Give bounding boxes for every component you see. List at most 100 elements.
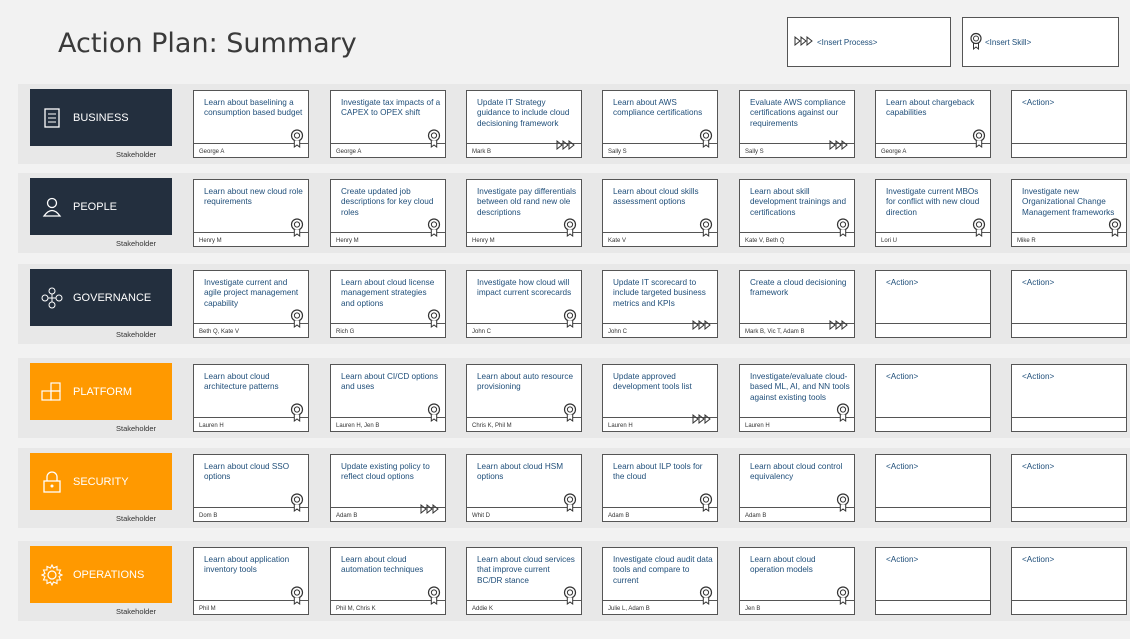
process-icon [420, 501, 441, 519]
action-card[interactable]: Learn about auto resource provisioning Ch… [466, 364, 582, 432]
process-icon [692, 411, 713, 429]
action-card[interactable]: Investigate/evaluate cloud-based ML, AI,… [739, 364, 855, 432]
action-card[interactable]: Learn about cloud services that improve … [466, 547, 582, 615]
card-footer [1012, 507, 1126, 521]
action-owner: Mark B, Vic T, Adam B [745, 329, 805, 335]
skill-badge-icon [699, 493, 713, 517]
action-card[interactable]: Evaluate AWS compliance certifications a… [739, 90, 855, 158]
card-footer [1012, 323, 1126, 337]
action-text: Update IT scorecard to include targeted … [613, 278, 706, 308]
action-text: Learn about cloud SSO options [204, 462, 290, 482]
action-card[interactable]: Learn about cloud SSO options Dom B [193, 454, 309, 522]
action-text: Learn about cloud architecture patterns [204, 372, 279, 392]
action-card[interactable]: <Action> [1011, 547, 1127, 615]
category-people[interactable]: PEOPLE [30, 178, 172, 235]
action-owner: Jen B [745, 606, 761, 612]
category-operations[interactable]: OPERATIONS [30, 546, 172, 603]
action-card[interactable]: <Action> [875, 454, 991, 522]
action-owner: Phil M, Chris K [336, 606, 376, 612]
action-card[interactable]: Investigate current and agile project ma… [193, 270, 309, 338]
action-text: Investigate new Organizational Change Ma… [1022, 187, 1115, 217]
card-footer [876, 323, 990, 337]
category-business[interactable]: BUSINESS [30, 89, 172, 146]
action-card[interactable]: Learn about CI/CD options and uses Lauren… [330, 364, 446, 432]
action-owner: Mark B [472, 149, 492, 155]
stakeholder-label: Stakeholder [116, 607, 157, 616]
stakeholder-label: Stakeholder [116, 514, 157, 523]
card-footer [1012, 600, 1126, 614]
category-platform[interactable]: PLATFORM [30, 363, 172, 420]
action-card[interactable]: Create updated job descriptions for key … [330, 179, 446, 247]
action-card[interactable]: Update existing policy to reflect cloud … [330, 454, 446, 522]
action-owner: Kate V [608, 238, 627, 244]
action-owner: Addie K [472, 606, 494, 612]
action-card[interactable]: Investigate new Organizational Change Ma… [1011, 179, 1127, 247]
skill-badge-icon [427, 586, 441, 610]
action-card[interactable]: Update IT Strategy guidance to include c… [466, 90, 582, 158]
action-card[interactable]: <Action> [1011, 270, 1127, 338]
action-text: <Action> [886, 462, 919, 471]
action-text: Learn about CI/CD options and uses [341, 372, 438, 392]
action-card[interactable]: Update approved development tools list La… [602, 364, 718, 432]
action-card[interactable]: Learn about cloud HSM options Whit D [466, 454, 582, 522]
action-text: Learn about cloud license management str… [341, 278, 435, 308]
action-card[interactable]: <Action> [875, 364, 991, 432]
skill-badge-icon [563, 309, 577, 333]
action-text: Investigate pay differentials between ol… [477, 187, 577, 217]
action-card[interactable]: Learn about cloud control equivalency Ada… [739, 454, 855, 522]
card-footer [1012, 417, 1126, 431]
action-card[interactable]: Investigate current MBOs for conflict wi… [875, 179, 991, 247]
skill-badge-icon [427, 218, 441, 242]
skill-legend-label: <Insert Skill> [985, 37, 1032, 47]
action-card[interactable]: Create a cloud decisioning framework Mark… [739, 270, 855, 338]
action-card[interactable]: Learn about cloud automation techniques P… [330, 547, 446, 615]
action-owner: Sally S [608, 149, 627, 155]
skill-badge-icon [836, 218, 850, 242]
skill-badge-icon [563, 218, 577, 242]
action-card[interactable]: Investigate tax impacts of a CAPEX to OP… [330, 90, 446, 158]
action-text: Learn about ILP tools for the cloud [613, 462, 703, 482]
action-card[interactable]: Learn about new cloud role requirements H… [193, 179, 309, 247]
category-governance[interactable]: GOVERNANCE [30, 269, 172, 326]
category-security[interactable]: SECURITY [30, 453, 172, 510]
action-card[interactable]: Investigate how cloud will impact curren… [466, 270, 582, 338]
action-owner: Lauren H [745, 423, 770, 429]
action-card[interactable]: Learn about application inventory tools P… [193, 547, 309, 615]
action-card[interactable]: <Action> [1011, 454, 1127, 522]
skill-badge-icon [290, 218, 304, 242]
action-owner: John C [472, 329, 492, 335]
action-owner: George A [336, 149, 362, 155]
action-card[interactable]: Investigate pay differentials between ol… [466, 179, 582, 247]
skill-badge-icon [836, 586, 850, 610]
action-text: Learn about cloud services that improve … [477, 555, 575, 585]
action-card[interactable]: Learn about cloud license management str… [330, 270, 446, 338]
skill-badge-icon [290, 586, 304, 610]
action-card[interactable]: Update IT scorecard to include targeted … [602, 270, 718, 338]
process-icon [829, 137, 850, 155]
action-card[interactable]: Learn about chargeback capabilities Georg… [875, 90, 991, 158]
action-card[interactable]: Learn about skill development trainings … [739, 179, 855, 247]
action-card[interactable]: <Action> [875, 270, 991, 338]
action-card[interactable]: Learn about cloud architecture patterns L… [193, 364, 309, 432]
action-text: Update approved development tools list [613, 372, 692, 392]
action-owner: Kate V, Beth Q [745, 238, 785, 244]
action-card[interactable]: Learn about ILP tools for the cloud Adam … [602, 454, 718, 522]
action-card[interactable]: Learn about baselining a consumption bas… [193, 90, 309, 158]
action-card[interactable]: Learn about cloud skills assessment opti… [602, 179, 718, 247]
skill-legend: <Insert Skill> [962, 17, 1119, 67]
action-card[interactable]: <Action> [1011, 364, 1127, 432]
action-text: <Action> [886, 278, 919, 287]
action-card[interactable]: <Action> [875, 547, 991, 615]
action-owner: George A [881, 149, 907, 155]
action-card[interactable]: <Action> [1011, 90, 1127, 158]
action-owner: Mike R [1017, 238, 1036, 244]
card-footer [876, 507, 990, 521]
action-card[interactable]: Learn about cloud operation models Jen B [739, 547, 855, 615]
action-owner: Lauren H [199, 423, 224, 429]
action-card[interactable]: Investigate cloud audit data tools and c… [602, 547, 718, 615]
action-text: Update existing policy to reflect cloud … [341, 462, 430, 482]
action-text: Create a cloud decisioning framework [750, 278, 847, 298]
skill-badge-icon [427, 309, 441, 333]
skill-badge-icon [563, 403, 577, 427]
action-card[interactable]: Learn about AWS compliance certification… [602, 90, 718, 158]
